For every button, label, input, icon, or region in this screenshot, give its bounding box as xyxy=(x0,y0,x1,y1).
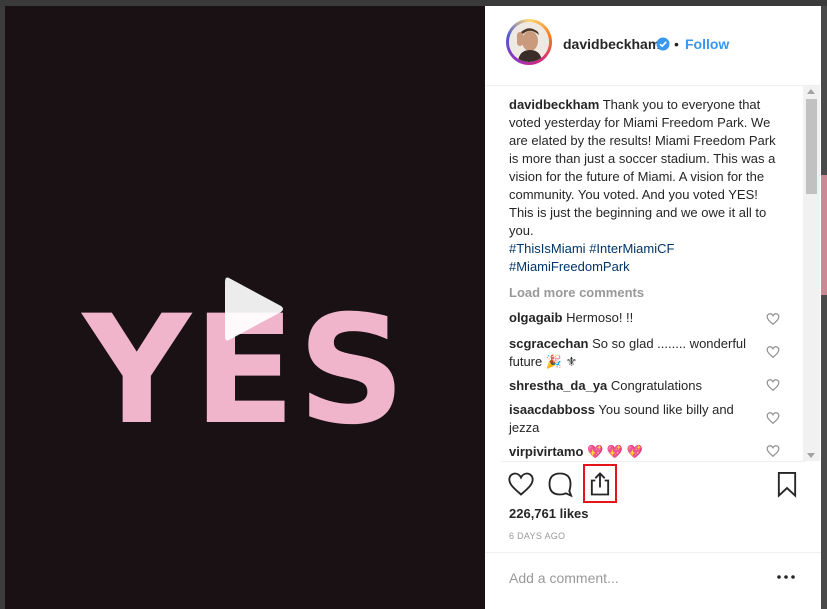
avatar-image xyxy=(509,22,549,62)
caption-text: Thank you to everyone that voted yesterd… xyxy=(509,97,776,238)
load-more-comments-button[interactable]: Load more comments xyxy=(509,285,644,300)
post-header: davidbeckham • Follow xyxy=(485,6,821,86)
hashtag-link[interactable]: #MiamiFreedomPark xyxy=(509,259,630,274)
header-username[interactable]: davidbeckham xyxy=(563,36,660,52)
comment-item: shrestha_da_ya Congratulations xyxy=(509,377,759,395)
comment-like-heart-icon[interactable] xyxy=(766,312,780,326)
comment-item: virpivirtamo 💖 💖 💖 xyxy=(509,443,759,461)
comments-scrollbar[interactable] xyxy=(803,86,820,461)
comment-username[interactable]: shrestha_da_ya xyxy=(509,378,607,393)
backdrop-right-edge xyxy=(821,6,827,609)
comment-username[interactable]: scgracechan xyxy=(509,336,589,351)
comment-divider xyxy=(485,552,821,553)
comment-like-heart-icon[interactable] xyxy=(766,378,780,392)
comment-username[interactable]: isaacdabboss xyxy=(509,402,595,417)
comment-item: olgagaib Hermoso! !! xyxy=(509,309,759,327)
scrollbar-thumb[interactable] xyxy=(806,99,817,194)
likes-count[interactable]: 226,761 likes xyxy=(509,506,589,521)
comment-like-heart-icon[interactable] xyxy=(766,411,780,425)
comment-item: scgracechan So so glad ........ wonderfu… xyxy=(509,335,759,371)
post-date[interactable]: 6 DAYS AGO xyxy=(509,531,565,541)
comment-username[interactable]: virpivirtamo xyxy=(509,444,583,459)
post-video[interactable]: YES xyxy=(5,6,485,609)
comment-text: Congratulations xyxy=(610,378,702,393)
avatar[interactable] xyxy=(506,19,552,65)
share-icon[interactable] xyxy=(586,470,614,498)
more-options-icon[interactable] xyxy=(776,569,796,585)
caption-username[interactable]: davidbeckham xyxy=(509,97,599,112)
play-icon[interactable] xyxy=(217,272,287,346)
comment-username[interactable]: olgagaib xyxy=(509,310,562,325)
scroll-down-arrow-icon[interactable] xyxy=(807,453,815,458)
scroll-up-arrow-icon[interactable] xyxy=(807,89,815,94)
post-caption: davidbeckham Thank you to everyone that … xyxy=(509,96,781,276)
heart-icon[interactable] xyxy=(507,470,535,498)
post-sidebar: davidbeckham • Follow davidbeckham Thank… xyxy=(485,6,821,609)
actions-divider xyxy=(501,461,805,462)
header-separator: • xyxy=(674,36,679,52)
comments-list[interactable]: davidbeckham Thank you to everyone that … xyxy=(485,86,821,462)
bookmark-icon[interactable] xyxy=(773,470,801,498)
verified-badge-icon xyxy=(656,37,670,51)
follow-button[interactable]: Follow xyxy=(685,36,729,52)
comment-text: 💖 💖 💖 xyxy=(587,444,643,459)
comment-item: isaacdabboss You sound like billy and je… xyxy=(509,401,759,437)
comment-bubble-icon[interactable] xyxy=(546,470,574,498)
comment-like-heart-icon[interactable] xyxy=(766,444,780,458)
hashtag-link[interactable]: #ThisIsMiami xyxy=(509,241,586,256)
comment-like-heart-icon[interactable] xyxy=(766,345,780,359)
comment-text: Hermoso! !! xyxy=(566,310,634,325)
add-comment-input[interactable] xyxy=(509,568,759,588)
backdrop-right-thumbnail xyxy=(821,175,827,295)
hashtag-link[interactable]: #InterMiamiCF xyxy=(589,241,674,256)
